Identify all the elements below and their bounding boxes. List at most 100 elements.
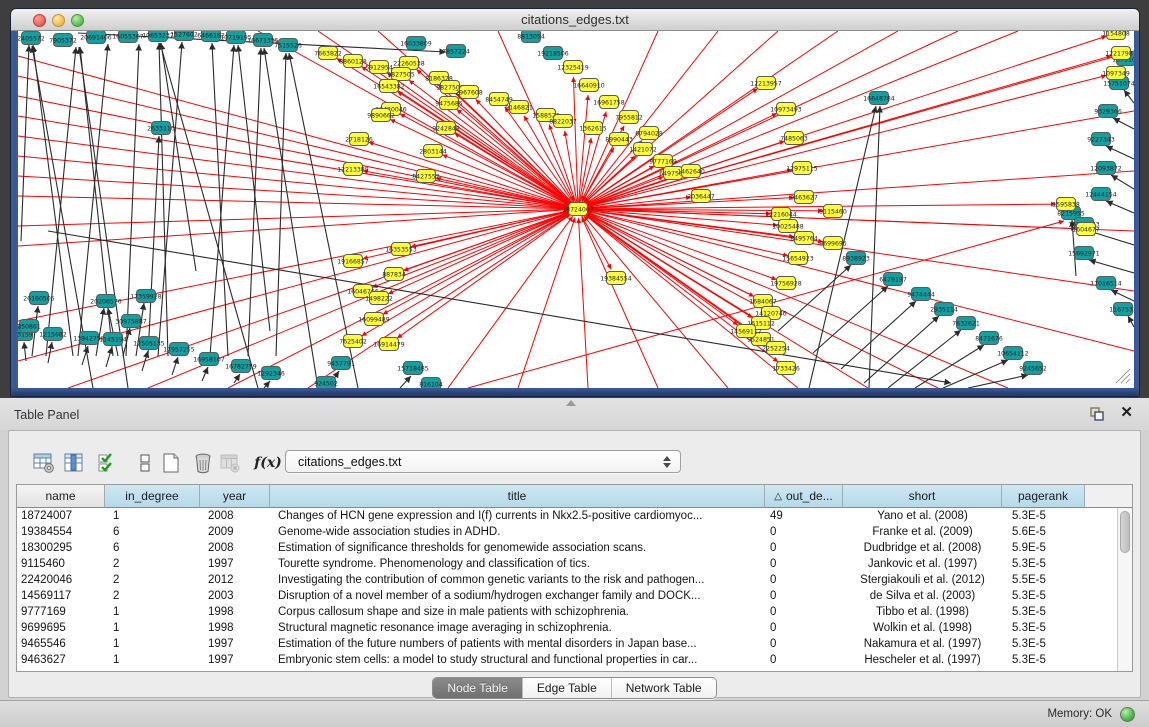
column-header-name[interactable]: name	[17, 485, 105, 508]
tab-node-table[interactable]: Node Table	[433, 678, 522, 698]
table-cell[interactable]: 19384554	[17, 524, 105, 540]
table-cell[interactable]: 9699695	[17, 620, 105, 636]
table-cell[interactable]: 2	[105, 556, 200, 572]
table-cell[interactable]: 9463627	[17, 652, 105, 668]
column-header-year[interactable]: year	[200, 485, 270, 508]
table-cell[interactable]: Nakamura et al. (1997)	[843, 636, 1002, 652]
graph-node-yellow[interactable]: 1154808	[1102, 31, 1130, 40]
graph-node-yellow[interactable]: 8990443	[605, 133, 633, 146]
graph-node-yellow[interactable]: 1595838	[1052, 198, 1080, 211]
graph-node-yellow[interactable]: 1498222	[365, 292, 393, 305]
table-cell[interactable]: 5.3E-5	[1002, 588, 1085, 604]
close-panel-icon[interactable]: ✕	[1120, 405, 1133, 421]
graph-node-teal[interactable]: 16033809	[400, 37, 432, 50]
graph-node-yellow[interactable]: 2036447	[687, 190, 715, 203]
minimize-window-button[interactable]	[52, 14, 65, 27]
new-column-icon[interactable]	[159, 450, 183, 475]
graph-node-teal[interactable]: 12444154	[1085, 188, 1117, 201]
table-row[interactable]: 2242004622012Investigating the contribut…	[17, 572, 1133, 588]
table-cell[interactable]: 1	[105, 652, 200, 668]
table-cell[interactable]: 5.3E-5	[1002, 636, 1085, 652]
graph-node-teal[interactable]: 850861	[18, 320, 41, 333]
table-cell[interactable]: 5.3E-5	[1002, 652, 1085, 668]
table-cell[interactable]: 9115460	[17, 556, 105, 572]
graph-node-yellow[interactable]: 1362615	[579, 122, 607, 135]
graph-node-yellow[interactable]: 12975115	[786, 162, 818, 175]
table-row[interactable]: 911546021997Tourette syndrome. Phenomeno…	[17, 556, 1133, 572]
table-cell[interactable]: 1997	[200, 652, 270, 668]
graph-node-teal[interactable]: 7632621	[952, 317, 980, 330]
graph-node-teal[interactable]: 16958107	[193, 353, 225, 366]
table-chooser-combobox[interactable]: citations_edges.txt	[285, 450, 681, 473]
graph-node-yellow[interactable]: 19756928	[770, 277, 802, 290]
graph-node-yellow[interactable]: 12325419	[557, 61, 589, 74]
table-cell[interactable]: Disruption of a novel member of a sodium…	[270, 588, 765, 604]
table-cell[interactable]: 2008	[200, 540, 270, 556]
table-cell[interactable]: 5.3E-5	[1002, 556, 1085, 572]
graph-node-teal[interactable]: 9227343	[1087, 133, 1115, 146]
table-cell[interactable]: 5.3E-5	[1002, 604, 1085, 620]
graph-node-teal[interactable]: 17359928	[130, 290, 162, 303]
graph-node-teal[interactable]: 9474444	[907, 288, 935, 301]
network-view-window[interactable]: citations_edges.txt 24055727905372206914…	[10, 8, 1140, 397]
float-panel-icon[interactable]	[1089, 406, 1105, 422]
graph-node-yellow[interactable]: 1097349	[1102, 67, 1130, 80]
table-cell[interactable]: 2008	[200, 508, 270, 524]
graph-node-yellow[interactable]: 19384554	[600, 272, 632, 285]
table-cell[interactable]: Embryonic stem cells: a model to study s…	[270, 652, 765, 668]
show-columns-icon[interactable]	[62, 450, 86, 475]
graph-node-teal[interactable]: 9245652	[1019, 362, 1047, 375]
graph-node-yellow[interactable]: 1604677	[1072, 223, 1100, 236]
graph-node-yellow[interactable]: 8495764	[790, 232, 818, 245]
table-row[interactable]: 946362711997Embryonic stem cells: a mode…	[17, 652, 1133, 668]
graph-node-yellow[interactable]: 9463627	[790, 191, 818, 204]
table-settings-icon[interactable]	[32, 450, 56, 475]
vertical-scrollbar[interactable]	[1117, 508, 1132, 671]
table-cell[interactable]: Structural magnetic resonance image aver…	[270, 620, 765, 636]
table-cell[interactable]: 0	[765, 604, 843, 620]
table-cell[interactable]: Wolkin et al. (1998)	[843, 620, 1002, 636]
table-cell[interactable]: 0	[765, 652, 843, 668]
table-cell[interactable]: 9777169	[17, 604, 105, 620]
graph-node-yellow[interactable]: 8822037	[549, 115, 577, 128]
graph-node-yellow[interactable]: 9699695	[819, 237, 847, 250]
graph-node-teal[interactable]: 816104	[419, 378, 443, 389]
table-cell[interactable]: 0	[765, 524, 843, 540]
graph-node-yellow[interactable]: 16099489	[358, 313, 390, 326]
table-cell[interactable]: 5.3E-5	[1002, 508, 1085, 524]
column-header-in_degree[interactable]: in_degree	[105, 485, 200, 508]
graph-node-teal[interactable]: 1145194	[99, 333, 127, 346]
table-cell[interactable]: 0	[765, 588, 843, 604]
table-cell[interactable]: 2009	[200, 524, 270, 540]
graph-node-yellow[interactable]: 9777169	[649, 155, 677, 168]
canvas-resize-grip[interactable]	[1116, 369, 1130, 383]
graph-node-teal[interactable]: 10653237	[142, 31, 174, 42]
graph-node-yellow[interactable]: 9146821	[505, 101, 533, 114]
window-titlebar[interactable]: citations_edges.txt	[11, 9, 1139, 31]
graph-node-yellow[interactable]: 12216044	[765, 208, 797, 221]
tab-edge-table[interactable]: Edge Table	[522, 678, 611, 698]
graph-node-yellow[interactable]: 8427552	[412, 170, 440, 183]
tab-network-table[interactable]: Network Table	[611, 678, 716, 698]
graph-node-teal[interactable]: 924502	[314, 377, 338, 389]
table-cell[interactable]: 2	[105, 572, 200, 588]
graph-node-teal[interactable]: 15692971	[1068, 247, 1100, 260]
graph-node-yellow[interactable]: 7625402	[339, 335, 367, 348]
table-cell[interactable]: 14569117	[17, 588, 105, 604]
table-row[interactable]: 1456911722003Disruption of a novel membe…	[17, 588, 1133, 604]
table-cell[interactable]: Stergiakouli et al. (2012)	[843, 572, 1002, 588]
select-all-columns-icon[interactable]	[96, 450, 120, 475]
graph-node-yellow[interactable]: 8860128	[339, 55, 367, 68]
table-cell[interactable]: 1	[105, 620, 200, 636]
graph-node-teal[interactable]: 15718485	[397, 362, 429, 375]
table-cell[interactable]: 6	[105, 540, 200, 556]
column-header-title[interactable]: title	[270, 485, 765, 508]
graph-node-yellow[interactable]: 7485063	[780, 132, 808, 145]
table-cell[interactable]: 1997	[200, 556, 270, 572]
graph-node-yellow[interactable]: 1462640	[677, 165, 705, 178]
split-divider-handle[interactable]	[566, 400, 576, 406]
graph-node-teal[interactable]: 10654112	[997, 347, 1029, 360]
graph-node-yellow[interactable]: 9475685	[435, 97, 463, 110]
table-cell[interactable]: 5.6E-5	[1002, 524, 1085, 540]
table-cell[interactable]: Investigating the contribution of common…	[270, 572, 765, 588]
